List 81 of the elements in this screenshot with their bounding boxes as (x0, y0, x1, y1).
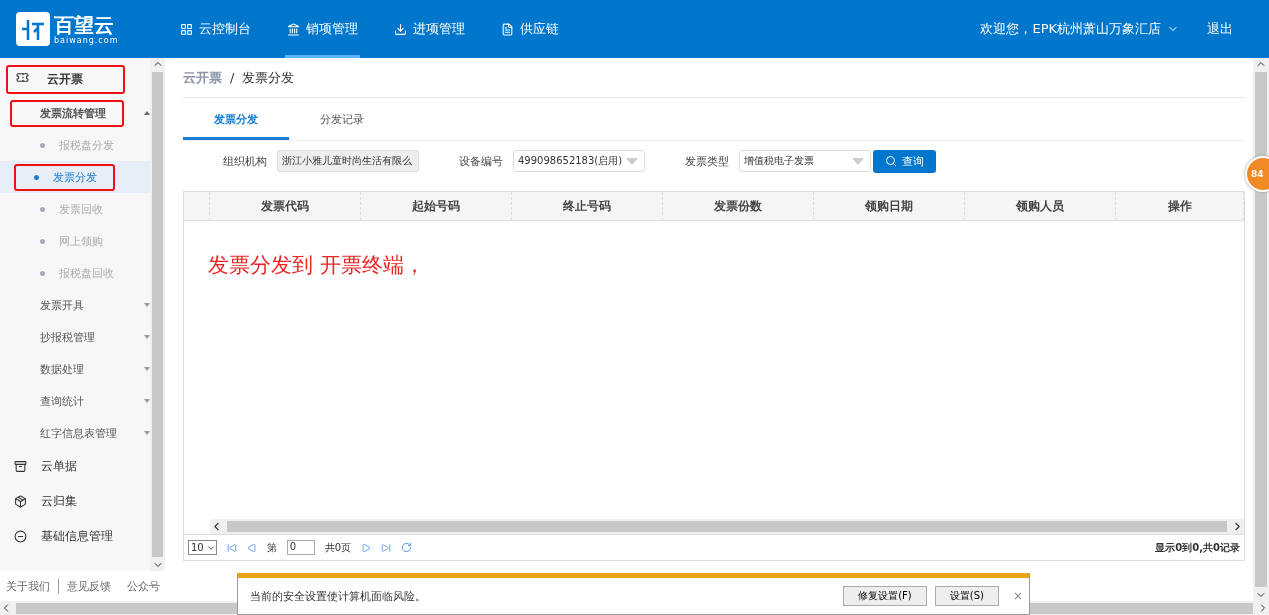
sidebar-label: 查询统计 (40, 393, 84, 409)
annotation-text: 发票分发到 开票终端， (208, 252, 426, 279)
column-header: 领购人员 (965, 192, 1116, 220)
bullet-icon (40, 238, 45, 244)
filter-label: 组织机构 (223, 153, 267, 169)
annotation-box: 发票流转管理 (10, 99, 124, 127)
column-header: 领购日期 (814, 192, 965, 220)
search-icon (885, 155, 898, 167)
column-header: 发票代码 (210, 192, 361, 220)
sidebar-label: 基础信息管理 (41, 528, 113, 545)
scrollbar-thumb[interactable] (227, 521, 1227, 532)
sidebar-group[interactable]: 云开票 (0, 62, 150, 97)
query-button[interactable]: 查询 (873, 149, 937, 173)
previous-page-icon[interactable] (246, 542, 257, 553)
sidebar-label: 发票回收 (59, 201, 103, 217)
security-button[interactable]: 设置(S) (934, 586, 999, 606)
tab[interactable]: 发票分发 (183, 102, 289, 140)
column-header: 发票份数 (663, 192, 814, 220)
sidebar-group[interactable]: 云单据 (0, 449, 150, 484)
scrollbar-thumb[interactable] (152, 72, 163, 557)
sidebar-label: 红字信息表管理 (40, 425, 117, 441)
logo-icon (16, 12, 50, 46)
logo-domain: baiwang.com (54, 35, 119, 45)
nav-tab[interactable]: 销项管理 (285, 0, 360, 58)
sidebar-label: 数据处理 (40, 361, 84, 377)
close-button[interactable]: × (1012, 589, 1023, 603)
refresh-icon[interactable] (401, 542, 413, 553)
ticket-icon (16, 71, 29, 84)
column-header: 起始号码 (361, 192, 512, 220)
annotation-box: 发票分发 (14, 163, 115, 191)
sidebar-group[interactable]: 云归集 (0, 484, 150, 519)
footer-link[interactable]: 关于我们 (6, 578, 59, 594)
select-field[interactable]: 增值税电子发票 (739, 150, 872, 172)
footer-link[interactable]: 公众号 (127, 578, 168, 594)
user-greeting[interactable]: 欢迎您，EPK杭州萧山万象汇店 (980, 20, 1161, 38)
select-field[interactable]: 499098652183(启用) (513, 150, 646, 172)
logout-link[interactable]: 退出 (1207, 20, 1233, 38)
column-header: 操作 (1116, 192, 1244, 220)
sidebar-label: 报税盘回收 (59, 265, 114, 281)
logo-text: 百望云 (54, 13, 114, 36)
grid-icon (180, 22, 193, 36)
footer-link[interactable]: 意见反馈 (67, 578, 119, 594)
sidebar-label: 抄报税管理 (40, 329, 95, 345)
annotation-box: 云开票 (6, 65, 125, 94)
document-icon (501, 22, 514, 36)
sidebar-item[interactable]: 发票分发 (0, 161, 150, 193)
nav-tab[interactable]: 进项管理 (392, 0, 467, 58)
download-icon (394, 22, 407, 36)
minus-circle-icon (14, 530, 27, 543)
filter-label: 设备编号 (459, 153, 503, 169)
bullet-icon (40, 142, 45, 148)
column-header: 终止号码 (512, 192, 663, 220)
tab[interactable]: 分发记录 (289, 102, 395, 140)
bullet-icon (34, 174, 39, 180)
package-icon (14, 495, 27, 508)
bullet-icon (40, 206, 45, 212)
sidebar-group[interactable]: 基础信息管理 (0, 519, 150, 554)
page-input[interactable]: 0 (286, 540, 315, 555)
nav-tab[interactable]: 供应链 (499, 0, 561, 58)
input-field[interactable]: 浙江小雅儿童时尚生活有限么 (277, 150, 419, 172)
filter-label: 发票类型 (685, 153, 730, 169)
sidebar-label: 网上领购 (59, 233, 103, 249)
security-button[interactable]: 修复设置(F) (843, 586, 927, 606)
nav-tab[interactable]: 云控制台 (178, 0, 253, 58)
page-label: 第 (266, 540, 277, 555)
sidebar-label: 云归集 (41, 493, 77, 510)
breadcrumb-separator: / (230, 70, 235, 85)
bank-icon (287, 22, 300, 36)
security-message: 当前的安全设置使计算机面临风险。 (250, 588, 427, 604)
page-size-select[interactable]: 10 (188, 540, 217, 555)
sidebar-label: 报税盘分发 (59, 137, 114, 153)
record-summary: 显示0到0,共0记录 (1155, 540, 1240, 555)
sidebar-label: 云单据 (41, 458, 77, 475)
total-pages: 共0页 (324, 540, 352, 555)
first-page-icon[interactable] (226, 542, 237, 553)
bullet-icon (40, 270, 45, 276)
archive-icon (14, 460, 27, 473)
next-page-icon[interactable] (361, 542, 372, 553)
sidebar-label: 发票开具 (40, 297, 84, 313)
breadcrumb-item: 发票分发 (242, 68, 295, 87)
last-page-icon[interactable] (381, 542, 392, 553)
